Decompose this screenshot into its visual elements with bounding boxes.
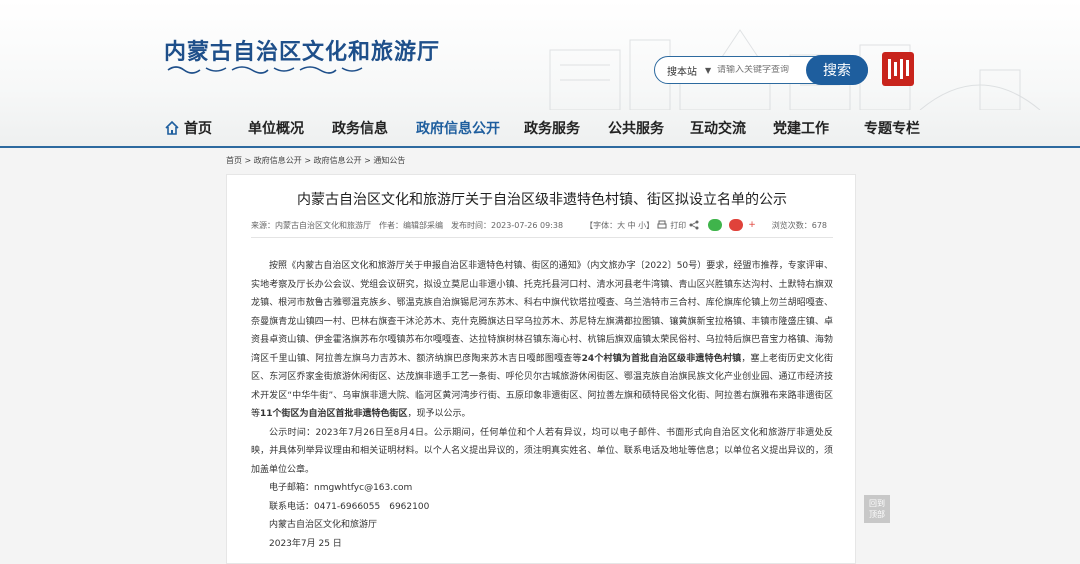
article-tools: 【字体：大 中 小】 打印 + 浏览次数：678 bbox=[585, 219, 827, 231]
article-source: 来源：内蒙古自治区文化和旅游厅 bbox=[251, 220, 371, 230]
nav-item-unit-overview[interactable]: 单位概况 bbox=[248, 118, 304, 138]
site-header: 内蒙古自治区文化和旅游厅 搜本站 ▼ 搜索 首页 单位概况 政务信息 政府信息公… bbox=[0, 0, 1080, 148]
meta-divider bbox=[251, 237, 833, 238]
body-paragraph-1: 按照《内蒙古自治区文化和旅游厅关于申报自治区非遗特色村镇、街区的通知》（内文旅办… bbox=[251, 257, 833, 424]
search-input[interactable] bbox=[717, 65, 789, 75]
home-icon bbox=[165, 120, 179, 135]
body-paragraph-2: 公示时间：2023年7月26日至8月4日。公示期间，任何单位和个人若有异议，均可… bbox=[251, 427, 833, 475]
article-body: 按照《内蒙古自治区文化和旅游厅关于申报自治区非遗特色村镇、街区的通知》（内文旅办… bbox=[251, 257, 833, 553]
seal-logo-icon[interactable] bbox=[882, 52, 914, 86]
nav-item-special-topics[interactable]: 专题专栏 bbox=[864, 118, 920, 138]
article-author: 作者：编辑部采编 bbox=[379, 220, 443, 230]
share-icon[interactable] bbox=[689, 220, 699, 230]
nav-item-gov-info-disclosure[interactable]: 政府信息公开 bbox=[416, 118, 500, 138]
search-scope-select[interactable]: 搜本站 ▼ bbox=[655, 63, 717, 78]
body-bold-span: 11个街区为自治区首批非遗特色街区 bbox=[260, 409, 408, 419]
main-nav: 首页 单位概况 政务信息 政府信息公开 政务服务 公共服务 互动交流 党建工作 … bbox=[0, 110, 1080, 146]
signature: 内蒙古自治区文化和旅游厅 bbox=[269, 520, 378, 530]
mongolian-script-logo bbox=[167, 66, 363, 74]
font-size-switch[interactable]: 【字体：大 中 小】 bbox=[585, 220, 654, 231]
view-count: 浏览次数：678 bbox=[771, 220, 828, 230]
body-text-span: 按照《内蒙古自治区文化和旅游厅关于申报自治区非遗特色村镇、街区的通知》（内文旅办… bbox=[251, 261, 833, 364]
signature-date: 2023年7月 25 日 bbox=[269, 538, 342, 549]
nav-item-government-news[interactable]: 政务信息 bbox=[332, 118, 388, 138]
nav-item-interaction[interactable]: 互动交流 bbox=[690, 118, 746, 138]
article-meta: 来源：内蒙古自治区文化和旅游厅 作者：编辑部采编 发布时间：2023-07-26… bbox=[251, 217, 831, 233]
search-scope-label: 搜本站 bbox=[667, 66, 697, 78]
contact-email: 电子邮箱：nmgwhtfyc@163.com bbox=[269, 483, 413, 493]
nav-item-government-services[interactable]: 政务服务 bbox=[524, 118, 580, 138]
article-title: 内蒙古自治区文化和旅游厅关于自治区级非遗特色村镇、街区拟设立名单的公示 bbox=[297, 192, 787, 208]
back-to-top-button[interactable]: 回到 顶部 bbox=[864, 495, 890, 523]
print-link[interactable]: 打印 bbox=[670, 220, 686, 231]
breadcrumb[interactable]: 首页 > 政府信息公开 > 政府信息公开 > 通知公告 bbox=[226, 155, 405, 166]
chevron-down-icon: ▼ bbox=[705, 65, 712, 75]
article-publish-time: 发布时间：2023-07-26 09:38 bbox=[451, 220, 564, 230]
more-share-icon[interactable]: + bbox=[748, 220, 756, 230]
wechat-share-icon[interactable] bbox=[708, 219, 723, 231]
body-text-span: ，现予以公示。 bbox=[407, 409, 471, 419]
body-bold-span: 24个村镇为首批自治区级非遗特色村镇 bbox=[581, 353, 742, 364]
article-card: 内蒙古自治区文化和旅游厅关于自治区级非遗特色村镇、街区拟设立名单的公示 来源：内… bbox=[226, 174, 856, 564]
search-button[interactable]: 搜索 bbox=[806, 55, 868, 85]
contact-phone: 联系电话：0471-6966055 6962100 bbox=[269, 501, 430, 512]
nav-label: 首页 bbox=[184, 121, 212, 137]
nav-item-public-services[interactable]: 公共服务 bbox=[608, 118, 664, 138]
nav-item-party-building[interactable]: 党建工作 bbox=[773, 118, 829, 138]
weibo-share-icon[interactable] bbox=[729, 219, 744, 231]
nav-item-home[interactable]: 首页 bbox=[164, 118, 212, 138]
print-icon[interactable] bbox=[657, 220, 667, 230]
